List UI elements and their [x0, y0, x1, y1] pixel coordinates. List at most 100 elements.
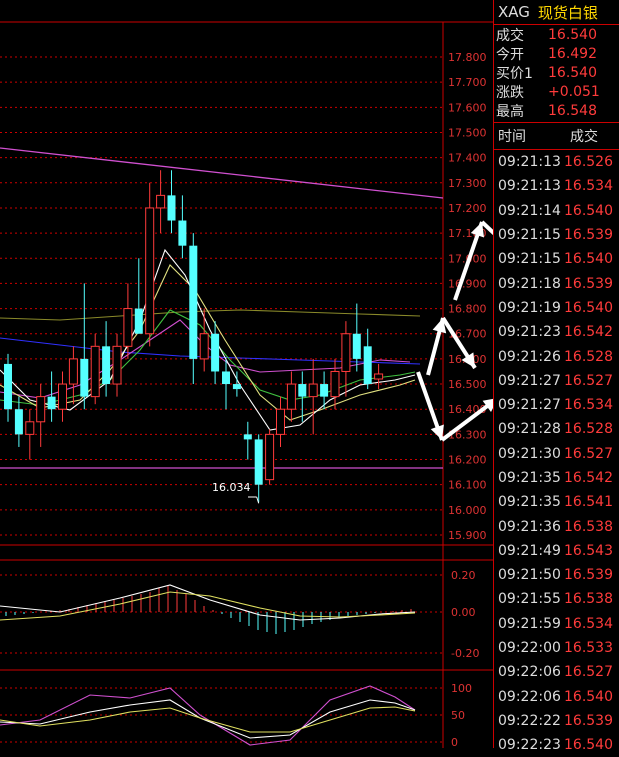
- quote-value: +0.051: [548, 83, 600, 100]
- tick-time: 09:21:19: [498, 299, 561, 316]
- tick-price: 16.543: [564, 542, 613, 559]
- candle-body: [211, 333, 220, 372]
- tick-time: 09:21:27: [498, 372, 561, 389]
- tick-price: 16.534: [564, 397, 613, 414]
- tick-row[interactable]: 09:21:49 16.543: [494, 539, 619, 563]
- tick-time: 09:22:00: [498, 640, 561, 657]
- tick-time: 09:21:18: [498, 275, 561, 292]
- price-axis-label: 16.800: [448, 303, 487, 316]
- candle-body: [123, 308, 133, 347]
- candle-body: [90, 345, 100, 398]
- tick-time: 09:21:26: [498, 348, 561, 365]
- price-axis-label: 16.900: [448, 277, 487, 290]
- tick-row[interactable]: 09:21:27 16.534: [494, 393, 619, 417]
- ticks-header-price: 成交: [570, 129, 598, 145]
- tick-row[interactable]: 09:21:18 16.539: [494, 271, 619, 295]
- kdj-axis-label: 0: [451, 736, 458, 748]
- tick-row[interactable]: 09:21:35 16.542: [494, 466, 619, 490]
- tick-row[interactable]: 09:21:13 16.534: [494, 174, 619, 198]
- price-axis-label: 17.400: [448, 152, 487, 165]
- tick-row[interactable]: 09:21:30 16.527: [494, 442, 619, 466]
- tick-time: 09:21:49: [498, 542, 561, 559]
- quote-row: 成交 16.540: [494, 25, 619, 44]
- tick-time: 09:21:14: [498, 202, 561, 219]
- tick-price: 16.538: [564, 518, 613, 535]
- tick-row[interactable]: 09:21:14 16.540: [494, 199, 619, 223]
- quote-row: 今开 16.492: [494, 44, 619, 63]
- macd-axis-label: 0.20: [451, 569, 476, 582]
- tick-row[interactable]: 09:21:55 16.538: [494, 587, 619, 611]
- low-price-label: 16.034: [212, 481, 251, 494]
- tick-row[interactable]: 09:22:06 16.540: [494, 685, 619, 709]
- price-axis-label: 17.500: [448, 126, 487, 139]
- kdj-j: [0, 685, 416, 746]
- quote-label: 最高: [496, 103, 524, 120]
- symbol-code: XAG: [498, 3, 530, 21]
- candle-body: [254, 439, 263, 485]
- candle-body: [222, 371, 230, 385]
- price-axis-label: 17.600: [448, 101, 487, 114]
- tick-row[interactable]: 09:21:27 16.527: [494, 369, 619, 393]
- candle-body: [363, 346, 372, 385]
- tick-price: 16.527: [564, 664, 613, 681]
- price-axis-label: 17.200: [448, 202, 487, 215]
- tick-row[interactable]: 09:22:06 16.527: [494, 660, 619, 684]
- tick-row[interactable]: 09:21:19 16.540: [494, 296, 619, 320]
- tick-price: 16.541: [564, 494, 613, 511]
- tick-row[interactable]: 09:21:50 16.539: [494, 563, 619, 587]
- tick-row[interactable]: 09:22:00 16.533: [494, 636, 619, 660]
- candle-body: [134, 308, 143, 334]
- tick-time: 09:21:15: [498, 227, 561, 244]
- tick-row[interactable]: 09:21:35 16.541: [494, 490, 619, 514]
- candle-body: [298, 384, 307, 397]
- kline-chart-area[interactable]: 17.800 17.700 17.600 17.500 17.400 17.300 17.2…: [0, 0, 567, 749]
- chart-canvas[interactable]: 17.800 17.700 17.600 17.500 17.400 17.300 17.2…: [0, 0, 567, 749]
- tick-price: 16.534: [564, 178, 613, 195]
- quote-row: 最高 16.548: [494, 101, 619, 120]
- ticks-header: 时间 成交: [494, 123, 619, 150]
- price-axis-label: 16.100: [448, 479, 487, 492]
- tick-row[interactable]: 09:21:15 16.540: [494, 247, 619, 271]
- tick-price: 16.534: [564, 615, 613, 632]
- tick-row[interactable]: 09:22:23 16.540: [494, 733, 619, 757]
- tick-row[interactable]: 09:21:59 16.534: [494, 612, 619, 636]
- tick-row[interactable]: 09:22:22 16.539: [494, 709, 619, 733]
- macd-axis-label: 0.00: [451, 606, 476, 619]
- macd-dif: [0, 584, 416, 621]
- tick-time: 09:22:22: [498, 712, 561, 729]
- tick-time: 09:21:30: [498, 445, 561, 462]
- tick-list[interactable]: 09:21:13 16.526 09:21:13 16.534 09:21:14 16.5…: [494, 150, 619, 757]
- quote-row: 涨跌 +0.051: [494, 82, 619, 101]
- tick-time: 09:21:35: [498, 470, 561, 486]
- quote-label: 成交: [496, 27, 524, 44]
- tick-row[interactable]: 09:21:26 16.528: [494, 344, 619, 368]
- macd-axis-label: -0.20: [451, 647, 479, 660]
- price-axis-label: 17.300: [448, 177, 487, 190]
- candle-body: [36, 396, 46, 423]
- tick-time: 09:22:23: [498, 737, 561, 754]
- tick-price: 16.528: [564, 421, 613, 438]
- candle-body: [243, 434, 252, 440]
- quote-summary: 成交 16.540 今开 16.492 买价1 16.540 涨跌 +0.051 最高 16.54…: [494, 25, 619, 123]
- quote-value: 16.540: [548, 26, 597, 43]
- ticks-header-time: 时间: [498, 129, 526, 145]
- tick-price: 16.533: [564, 640, 613, 657]
- quote-panel: XAG 现货白银 成交 16.540 今开 16.492 买价1 16.540 涨跌 +0.0…: [493, 0, 619, 753]
- candle-body: [102, 346, 111, 385]
- candle-body: [189, 245, 198, 359]
- tick-price: 16.540: [564, 737, 613, 754]
- tick-price: 16.539: [564, 275, 613, 292]
- tick-time: 09:21:23: [498, 324, 561, 341]
- quote-label: 买价1: [496, 65, 533, 82]
- tick-row[interactable]: 09:21:28 16.528: [494, 417, 619, 441]
- tick-row[interactable]: 09:21:13 16.526: [494, 150, 619, 174]
- tick-row[interactable]: 09:21:36 16.538: [494, 514, 619, 538]
- tick-row[interactable]: 09:21:23 16.542: [494, 320, 619, 344]
- candle-body: [4, 363, 12, 410]
- tick-price: 16.538: [564, 591, 613, 608]
- tick-price: 16.539: [564, 567, 613, 584]
- tick-row[interactable]: 09:21:15 16.539: [494, 223, 619, 247]
- price-axis-label: 16.500: [448, 378, 487, 391]
- candle-body: [68, 358, 78, 385]
- candle-body: [178, 220, 187, 246]
